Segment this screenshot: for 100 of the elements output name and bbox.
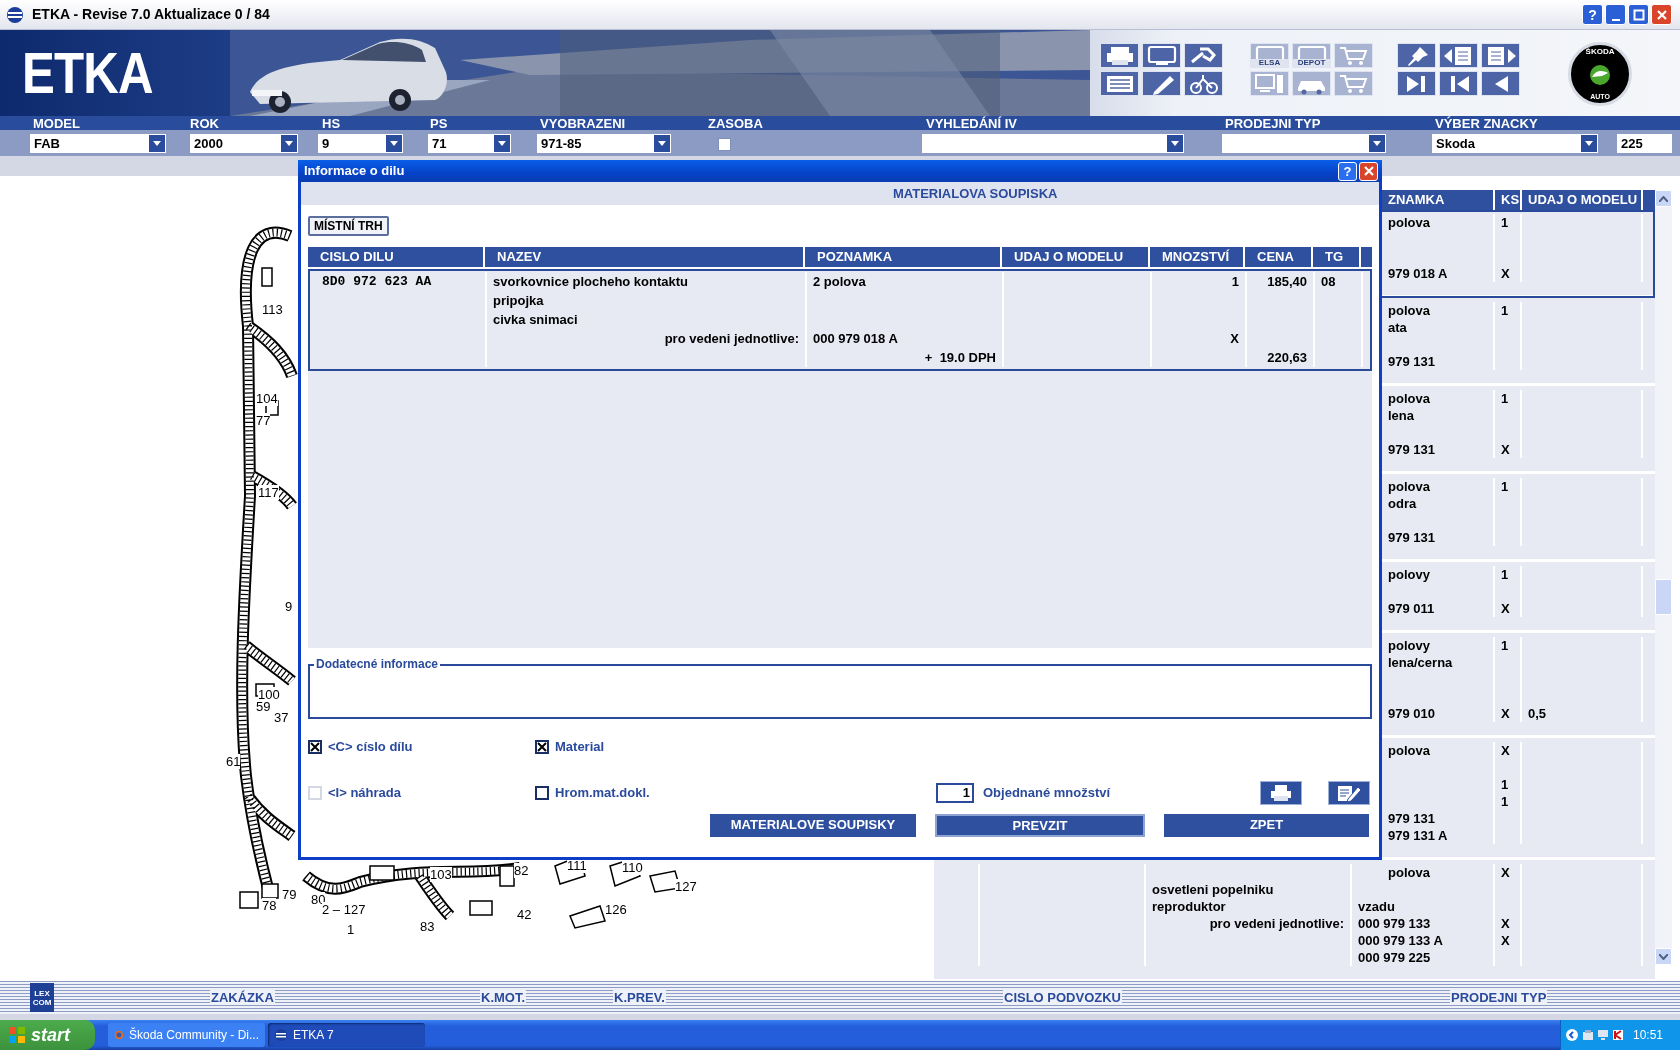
scroll-up-icon[interactable]: [1655, 190, 1672, 207]
close-button[interactable]: [1359, 161, 1378, 181]
docright-icon[interactable]: [1481, 43, 1520, 68]
table-cell-text: 1: [1231, 272, 1239, 291]
filter-label: MODEL: [33, 117, 80, 131]
callout-number: 79: [282, 887, 297, 902]
checkbox[interactable]: [535, 740, 549, 754]
table-cell-text: 2 polova: [813, 272, 866, 291]
dialog-button[interactable]: PREVZIT: [935, 813, 1145, 837]
bicycle-icon[interactable]: [1184, 71, 1223, 96]
quantity-field[interactable]: 1: [936, 783, 974, 803]
table-cell-text: pripojka: [493, 291, 544, 310]
table-cell-text: 1: [1500, 301, 1509, 320]
table-cell-text: 1: [1500, 565, 1509, 584]
column-header[interactable]: MNOZSTVÍ: [1150, 247, 1245, 267]
dropdown-field[interactable]: [1222, 134, 1386, 153]
table-cell-text: pro vedeni jednotlive:: [1209, 914, 1344, 933]
callout-number: 126: [605, 902, 627, 917]
close-icon[interactable]: [1362, 165, 1375, 177]
table-cell-text: 979 011: [1387, 599, 1435, 618]
dropdown-field[interactable]: 9: [318, 134, 403, 153]
filter-label: PS: [430, 117, 448, 131]
expand-tray-icon[interactable]: [1565, 1028, 1579, 1042]
dropdown-field[interactable]: FAB: [30, 134, 166, 153]
table-cell-text: polova: [1387, 301, 1430, 320]
table-row[interactable]: osvetleni popelniku reproduktor pro vedeni jednotlive: polova vzadu 000 979 133 000 979 133 A 000 979 225 X X X: [934, 860, 1655, 982]
market-button[interactable]: MÍSTNÍ TRH: [308, 216, 389, 236]
help-button[interactable]: ?: [1582, 4, 1603, 25]
dialog-button[interactable]: ZPET: [1164, 813, 1369, 837]
table-cell-text: polovy: [1387, 636, 1430, 655]
table-cell-text: X: [1500, 440, 1510, 459]
column-header[interactable]: NAZEV: [485, 247, 805, 267]
taskbar-button[interactable]: Škoda Community - Di...: [108, 1023, 265, 1047]
window-title: ETKA - Revise 7.0 Aktualizace 0 / 84: [32, 5, 270, 24]
table-cell-text: polovy: [1387, 565, 1430, 584]
docleft-icon[interactable]: [1439, 43, 1478, 68]
callout-number: 83: [420, 919, 435, 934]
checkbox-label[interactable]: <C> císlo dílu: [328, 737, 413, 757]
checkbox[interactable]: [308, 740, 322, 754]
pencil-icon[interactable]: [1142, 71, 1181, 96]
dialog-button[interactable]: MATERIALOVE SOUPISKY: [710, 813, 916, 837]
windows-logo-icon: [8, 1026, 26, 1044]
globe-icon: [114, 1028, 124, 1042]
column-header[interactable]: POZNAMKA: [805, 247, 1002, 267]
scrollbar[interactable]: [1655, 190, 1672, 965]
table-cell-text: 979 018 A: [1387, 264, 1448, 283]
printer-icon[interactable]: [1260, 781, 1302, 805]
callout-number: 1: [347, 922, 355, 937]
dropdown-field[interactable]: Skoda: [1432, 134, 1598, 153]
dropdown-field[interactable]: 971-85: [537, 134, 671, 153]
table-cell-text: 1: [1500, 213, 1509, 232]
prev-icon[interactable]: [1481, 71, 1520, 96]
column-header[interactable]: CENA: [1245, 247, 1313, 267]
table-cell-text: polova: [1387, 389, 1430, 408]
checkbox[interactable]: [535, 786, 549, 800]
taskbar-button[interactable]: ETKA 7: [268, 1023, 425, 1047]
edit-icon[interactable]: [1328, 781, 1370, 805]
list-icon[interactable]: [1100, 71, 1139, 96]
callout-number: 59: [256, 699, 271, 714]
callout-number: 78: [262, 898, 277, 913]
monitor-icon[interactable]: [1597, 1029, 1609, 1041]
scroll-thumb[interactable]: [1655, 579, 1672, 615]
skipend-icon[interactable]: [1397, 71, 1436, 96]
pin-icon[interactable]: [1397, 43, 1436, 68]
logo-text: ŠKODA: [1585, 48, 1615, 56]
app-logo: ETKA: [22, 44, 153, 102]
camera-icon[interactable]: [1582, 1029, 1594, 1041]
wrench-icon[interactable]: [1184, 43, 1223, 68]
table-row[interactable]: 8D0 972 623 AA svorkovnice plocheho kontaktu pripojka civka snimaci pro vedeni jednotlive: 2 polova 000 979 018 A + 19.0 DPH 1 X 185,40 220,63 08: [308, 269, 1372, 371]
table-cell-text: lena/cerna: [1387, 653, 1453, 672]
table-cell-text: 979 131 A: [1387, 826, 1448, 845]
first-icon[interactable]: [1439, 71, 1478, 96]
table-cell-text: vzadu: [1357, 897, 1395, 916]
table-cell-text: X: [1500, 704, 1510, 723]
table-cell-text: lena: [1387, 406, 1414, 425]
column-header[interactable]: UDAJ O MODELU: [1002, 247, 1150, 267]
table-cell-text: 0,5: [1527, 704, 1547, 723]
section-heading: MATERIALOVA SOUPISKA: [893, 184, 1058, 203]
monitor-icon[interactable]: [1142, 43, 1181, 68]
scroll-down-icon[interactable]: [1655, 948, 1672, 965]
dropdown-field[interactable]: [922, 134, 1184, 153]
column-header[interactable]: TG: [1313, 247, 1361, 267]
logo-text: LEX: [34, 988, 50, 998]
shield-icon[interactable]: [1612, 1029, 1624, 1041]
table-cell-text: polova: [1387, 477, 1430, 496]
checkbox-label[interactable]: Material: [555, 737, 605, 757]
checkbox-label[interactable]: Hrom.mat.dokl.: [555, 783, 650, 803]
app-icon: [6, 5, 24, 24]
table-cell-text: X: [1500, 914, 1510, 933]
field-label: ZAKÁZKA: [210, 990, 275, 1005]
checkbox[interactable]: [718, 138, 731, 151]
callout-number: 77: [256, 413, 271, 428]
filter-label: VÝBER ZNACKY: [1435, 117, 1538, 131]
app-icon: [274, 1028, 288, 1042]
field-label: Objednané množství: [983, 784, 1112, 803]
dropdown-field[interactable]: 71: [428, 134, 511, 153]
column-header[interactable]: CISLO DILU: [308, 247, 485, 267]
table-cell-text: 000 979 018 A: [813, 329, 898, 348]
help-button[interactable]: ?: [1338, 161, 1357, 181]
dropdown-field[interactable]: 2000: [190, 134, 298, 153]
